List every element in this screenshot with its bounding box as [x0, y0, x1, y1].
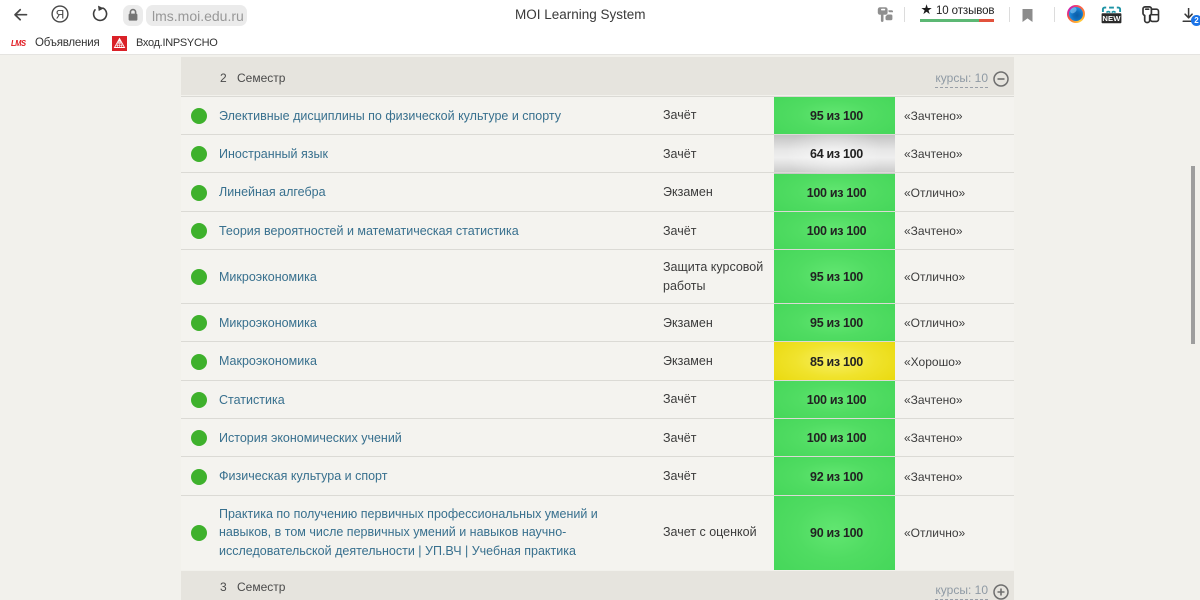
svg-text:NEW: NEW	[1102, 14, 1121, 23]
svg-text:Я: Я	[56, 7, 65, 21]
